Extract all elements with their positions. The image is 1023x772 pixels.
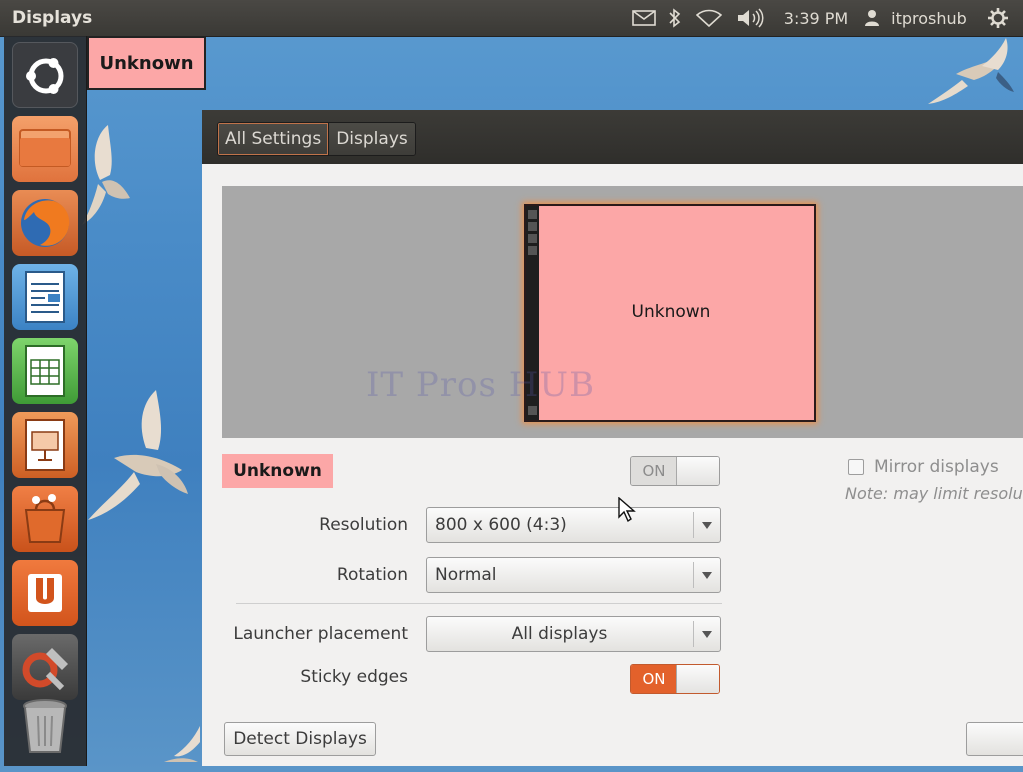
mirror-displays-note: Note: may limit resolu: [845, 484, 1023, 503]
rotation-label: Rotation: [336, 565, 408, 585]
resolution-value: 800 x 600 (4:3): [435, 515, 567, 535]
watermark: IT Pros HUB: [366, 365, 596, 405]
top-panel: Displays 3:39 PM itproshub: [0, 0, 1023, 37]
volume-icon[interactable]: [734, 7, 766, 29]
wifi-icon[interactable]: [694, 7, 724, 29]
username[interactable]: itproshub: [884, 7, 974, 29]
system-settings-icon[interactable]: [12, 634, 78, 700]
calc-icon[interactable]: [12, 338, 78, 404]
launcher-placement-label: Launcher placement: [233, 624, 408, 644]
launcher-placement-dropdown[interactable]: All displays: [426, 616, 721, 652]
resolution-label: Resolution: [319, 515, 408, 535]
pigeon-decoration-1: [82, 125, 130, 225]
mail-icon[interactable]: [630, 7, 658, 29]
trash-icon[interactable]: [12, 692, 78, 758]
pigeon-decoration-2: [88, 390, 188, 520]
rotation-dropdown[interactable]: Normal: [426, 557, 721, 593]
sticky-edges-switch[interactable]: ON: [630, 664, 720, 694]
display-power-switch-label: ON: [631, 457, 677, 485]
sticky-edges-label: Sticky edges: [300, 667, 408, 687]
launcher-placement-value: All displays: [511, 624, 608, 644]
app-title: Displays: [12, 8, 93, 28]
files-icon[interactable]: [12, 116, 78, 182]
section-separator: [236, 603, 722, 604]
window-toolbar: All Settings Displays: [202, 110, 1023, 164]
chevron-down-icon: [693, 562, 720, 588]
resolution-dropdown[interactable]: 800 x 600 (4:3): [426, 507, 721, 543]
switch-knob: [676, 665, 719, 693]
breadcrumb-all-settings[interactable]: All Settings: [218, 123, 330, 155]
display-name-label: Unknown: [222, 454, 333, 488]
display-arrangement-preview[interactable]: Unknown: [222, 186, 1023, 438]
clock[interactable]: 3:39 PM: [780, 7, 852, 29]
software-center-icon[interactable]: [12, 486, 78, 552]
detect-displays-button[interactable]: Detect Displays: [224, 722, 376, 756]
pigeon-decoration-4: [164, 726, 200, 762]
mirror-displays-checkbox[interactable]: [848, 459, 864, 475]
impress-icon[interactable]: [12, 412, 78, 478]
mirror-displays-label: Mirror displays: [874, 457, 999, 477]
writer-icon[interactable]: [12, 264, 78, 330]
ubuntu-dash-icon[interactable]: [12, 42, 78, 108]
switch-knob: [676, 457, 719, 485]
displays-settings-window: All Settings Displays Unknown Unknown ON…: [202, 110, 1023, 766]
pigeon-decoration-3: [928, 38, 1014, 104]
gear-icon[interactable]: [986, 7, 1010, 29]
display-identifier-tag: Unknown: [87, 36, 206, 90]
chevron-down-icon: [693, 621, 720, 647]
user-icon[interactable]: [862, 7, 882, 29]
bluetooth-icon[interactable]: [664, 7, 686, 29]
display-power-switch[interactable]: ON: [630, 456, 720, 486]
chevron-down-icon: [693, 512, 720, 538]
breadcrumb: All Settings Displays: [217, 122, 416, 156]
ubuntu-one-icon[interactable]: [12, 560, 78, 626]
launcher: [4, 36, 87, 766]
monitor-label: Unknown: [631, 302, 711, 322]
breadcrumb-displays[interactable]: Displays: [329, 123, 415, 155]
firefox-icon[interactable]: [12, 190, 78, 256]
mirror-displays-option[interactable]: Mirror displays: [848, 457, 999, 477]
sticky-edges-switch-label: ON: [631, 665, 677, 693]
mouse-cursor-icon: [618, 497, 636, 523]
rotation-value: Normal: [435, 565, 497, 585]
apply-button[interactable]: [966, 722, 1023, 756]
